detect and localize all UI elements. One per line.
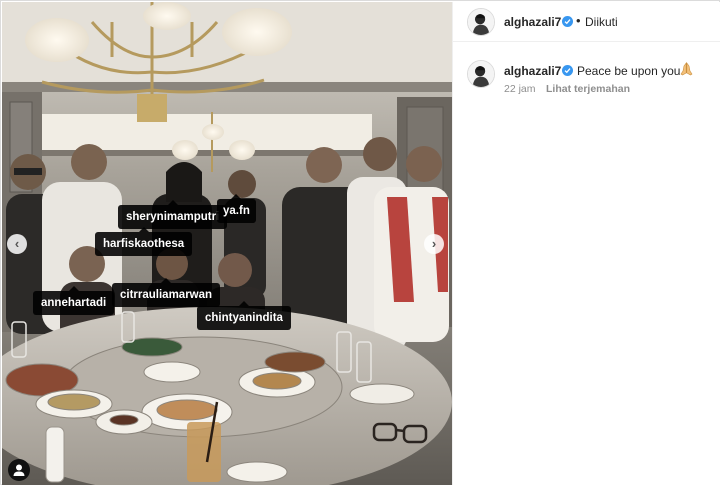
- photo-tag[interactable]: annehartadi: [33, 286, 115, 315]
- praying-hands-icon: [680, 62, 693, 76]
- username-link[interactable]: alghazali7: [504, 15, 561, 29]
- caption-text: Peace be upon you: [577, 64, 681, 78]
- following-button[interactable]: Diikuti: [585, 15, 618, 29]
- post-header: alghazali7 • Diikuti: [453, 2, 720, 42]
- verified-badge-icon: [562, 16, 573, 27]
- group-photo-image: [2, 2, 452, 485]
- photo-tag[interactable]: chintyanindita: [197, 301, 291, 330]
- caption-comment: alghazali7 Peace be upon you 22 jam Liha…: [453, 56, 720, 106]
- separator-dot: •: [576, 13, 581, 28]
- photo-tag[interactable]: sherynimamputri: [118, 200, 228, 229]
- see-translation-link[interactable]: Lihat terjemahan: [546, 83, 630, 95]
- avatar[interactable]: [467, 8, 495, 36]
- avatar[interactable]: [467, 60, 495, 88]
- post-photo[interactable]: sherynimamputri ya.fn harfiskaothesa ann…: [2, 2, 452, 485]
- photo-tag[interactable]: harfiskaothesa: [95, 227, 193, 256]
- photo-tag[interactable]: citrrauliamarwan: [112, 278, 221, 307]
- photo-tag[interactable]: ya.fn: [217, 194, 256, 223]
- instagram-post: sherynimamputri ya.fn harfiskaothesa ann…: [0, 0, 720, 485]
- post-sidebar: alghazali7 • Diikuti alghazali7 Peace be…: [452, 2, 720, 485]
- verified-badge-icon: [562, 65, 573, 76]
- comment-timestamp[interactable]: 22 jam: [504, 83, 536, 95]
- tagged-users-button[interactable]: [8, 459, 30, 481]
- carousel-prev-button[interactable]: ‹: [7, 234, 27, 254]
- person-icon: [13, 464, 25, 476]
- carousel-next-button[interactable]: ›: [424, 234, 444, 254]
- comment-username-link[interactable]: alghazali7: [504, 64, 561, 78]
